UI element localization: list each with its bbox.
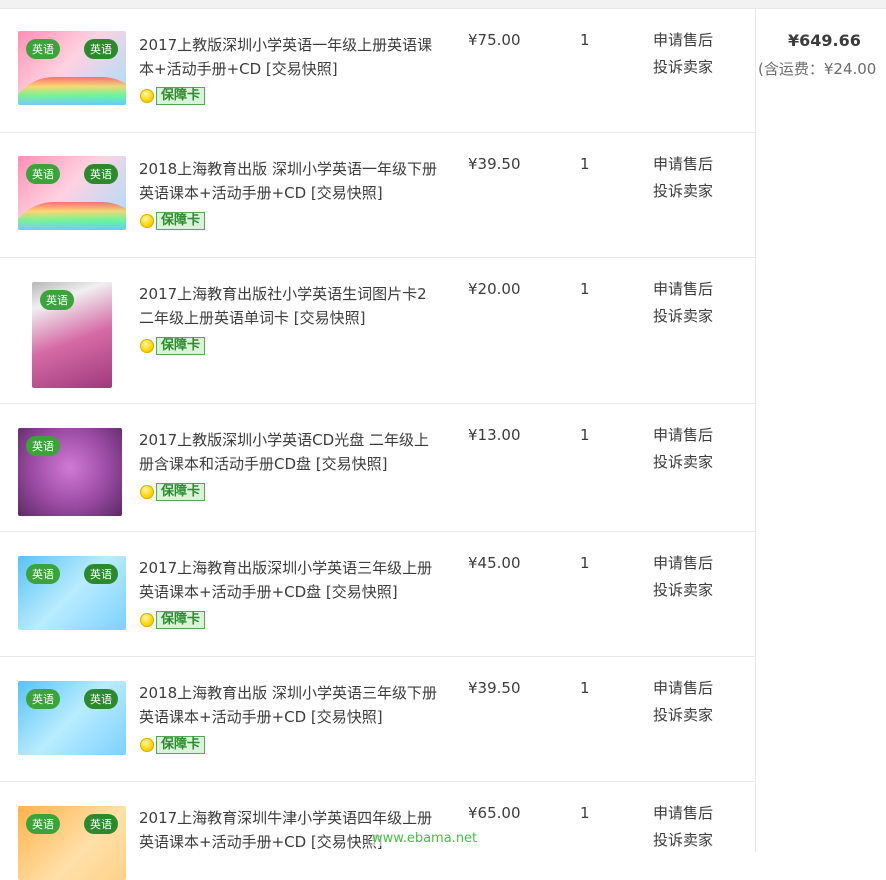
apply-after-sales-link[interactable]: 申请售后: [653, 422, 743, 449]
cover-badge-secondary: 英语: [84, 164, 118, 184]
bulb-icon: [140, 738, 154, 752]
product-quantity: 1: [580, 155, 590, 173]
cover-badge-secondary: 英语: [84, 39, 118, 59]
product-title-link[interactable]: 2017上海教育出版深圳小学英语三年级上册英语课本+活动手册+CD盘 [交易快照…: [139, 556, 439, 604]
cover-badge: 英语: [26, 814, 60, 834]
order-summary-column: ¥649.66 (含运费：¥24.00: [755, 9, 886, 852]
product-quantity: 1: [580, 554, 590, 572]
apply-after-sales-link[interactable]: 申请售后: [653, 550, 743, 577]
order-item-row: 英语 2017上海教育出版社小学英语生词图片卡2二年级上册英语单词卡 [交易快照…: [0, 258, 755, 404]
complain-seller-link[interactable]: 投诉卖家: [653, 178, 743, 205]
cover-badge-secondary: 英语: [84, 814, 118, 834]
item-actions: 申请售后 投诉卖家: [653, 151, 743, 205]
product-price: ¥75.00: [468, 31, 521, 49]
product-quantity: 1: [580, 31, 590, 49]
product-title-link[interactable]: 2017上教版深圳小学英语CD光盘 二年级上册含课本和活动手册CD盘 [交易快照…: [139, 428, 439, 476]
product-title-link[interactable]: 2017上教版深圳小学英语一年级上册英语课本+活动手册+CD [交易快照]: [139, 33, 439, 81]
product-quantity: 1: [580, 426, 590, 444]
item-actions: 申请售后 投诉卖家: [653, 675, 743, 729]
product-title-link[interactable]: 2017上海教育出版社小学英语生词图片卡2二年级上册英语单词卡 [交易快照]: [139, 282, 439, 330]
product-quantity: 1: [580, 804, 590, 822]
apply-after-sales-link[interactable]: 申请售后: [653, 800, 743, 827]
cover-badge: 英语: [26, 564, 60, 584]
rainbow-graphic: [18, 202, 126, 230]
bulb-icon: [140, 89, 154, 103]
complain-seller-link[interactable]: 投诉卖家: [653, 827, 743, 854]
order-item-row: 英语 英语 2018上海教育出版 深圳小学英语三年级下册英语课本+活动手册+CD…: [0, 657, 755, 782]
guarantee-card[interactable]: 保障卡: [140, 736, 206, 754]
product-price: ¥39.50: [468, 155, 521, 173]
product-thumbnail[interactable]: 英语 英语: [18, 156, 126, 230]
item-actions: 申请售后 投诉卖家: [653, 27, 743, 81]
apply-after-sales-link[interactable]: 申请售后: [653, 675, 743, 702]
order-total: ¥649.66: [788, 31, 861, 50]
product-price: ¥20.00: [468, 280, 521, 298]
bulb-icon: [140, 485, 154, 499]
product-title-link[interactable]: 2018上海教育出版 深圳小学英语一年级下册英语课本+活动手册+CD [交易快照…: [139, 157, 439, 205]
apply-after-sales-link[interactable]: 申请售后: [653, 276, 743, 303]
order-item-row: 英语 英语 2018上海教育出版 深圳小学英语一年级下册英语课本+活动手册+CD…: [0, 133, 755, 258]
guarantee-card[interactable]: 保障卡: [140, 87, 206, 105]
guarantee-label: 保障卡: [156, 337, 206, 355]
cover-badge: 英语: [40, 290, 74, 310]
complain-seller-link[interactable]: 投诉卖家: [653, 303, 743, 330]
order-item-row: 英语 英语 2017上海教育出版深圳小学英语三年级上册英语课本+活动手册+CD盘…: [0, 532, 755, 657]
complain-seller-link[interactable]: 投诉卖家: [653, 702, 743, 729]
apply-after-sales-link[interactable]: 申请售后: [653, 151, 743, 178]
product-quantity: 1: [580, 280, 590, 298]
bulb-icon: [140, 613, 154, 627]
guarantee-label: 保障卡: [156, 611, 206, 629]
guarantee-card[interactable]: 保障卡: [140, 337, 206, 355]
complain-seller-link[interactable]: 投诉卖家: [653, 54, 743, 81]
item-actions: 申请售后 投诉卖家: [653, 550, 743, 604]
product-thumbnail[interactable]: 英语: [32, 282, 112, 388]
cover-badge-secondary: 英语: [84, 689, 118, 709]
item-actions: 申请售后 投诉卖家: [653, 276, 743, 330]
product-price: ¥45.00: [468, 554, 521, 572]
guarantee-card[interactable]: 保障卡: [140, 611, 206, 629]
guarantee-card[interactable]: 保障卡: [140, 212, 206, 230]
product-thumbnail[interactable]: 英语 英语: [18, 681, 126, 755]
cover-badge: 英语: [26, 689, 60, 709]
order-items-list: 英语 英语 2017上教版深圳小学英语一年级上册英语课本+活动手册+CD [交易…: [0, 9, 755, 880]
top-band: [0, 0, 886, 9]
product-price: ¥65.00: [468, 804, 521, 822]
rainbow-graphic: [18, 77, 126, 105]
order-item-row: 英语 英语 2017上教版深圳小学英语一年级上册英语课本+活动手册+CD [交易…: [0, 9, 755, 133]
complain-seller-link[interactable]: 投诉卖家: [653, 577, 743, 604]
item-actions: 申请售后 投诉卖家: [653, 800, 743, 854]
product-quantity: 1: [580, 679, 590, 697]
guarantee-label: 保障卡: [156, 483, 206, 501]
cover-badge: 英语: [26, 39, 60, 59]
guarantee-label: 保障卡: [156, 87, 206, 105]
complain-seller-link[interactable]: 投诉卖家: [653, 449, 743, 476]
order-item-row: 英语 2017上教版深圳小学英语CD光盘 二年级上册含课本和活动手册CD盘 [交…: [0, 404, 755, 532]
watermark-text: www.ebama.net: [372, 831, 478, 846]
bulb-icon: [140, 214, 154, 228]
product-thumbnail[interactable]: 英语 英语: [18, 31, 126, 105]
product-thumbnail[interactable]: 英语: [18, 428, 122, 516]
product-title-link[interactable]: 2018上海教育出版 深圳小学英语三年级下册英语课本+活动手册+CD [交易快照…: [139, 681, 439, 729]
product-price: ¥39.50: [468, 679, 521, 697]
cover-badge-secondary: 英语: [84, 564, 118, 584]
shipping-fee-note: (含运费：¥24.00: [758, 60, 877, 78]
product-price: ¥13.00: [468, 426, 521, 444]
product-thumbnail[interactable]: 英语 英语: [18, 556, 126, 630]
bulb-icon: [140, 339, 154, 353]
apply-after-sales-link[interactable]: 申请售后: [653, 27, 743, 54]
guarantee-label: 保障卡: [156, 212, 206, 230]
item-actions: 申请售后 投诉卖家: [653, 422, 743, 476]
guarantee-card[interactable]: 保障卡: [140, 483, 206, 501]
cover-badge: 英语: [26, 164, 60, 184]
product-title-link[interactable]: 2017上海教育深圳牛津小学英语四年级上册英语课本+活动手册+CD [交易快照]: [139, 806, 439, 854]
guarantee-label: 保障卡: [156, 736, 206, 754]
cover-badge: 英语: [26, 436, 60, 456]
product-thumbnail[interactable]: 英语 英语: [18, 806, 126, 880]
